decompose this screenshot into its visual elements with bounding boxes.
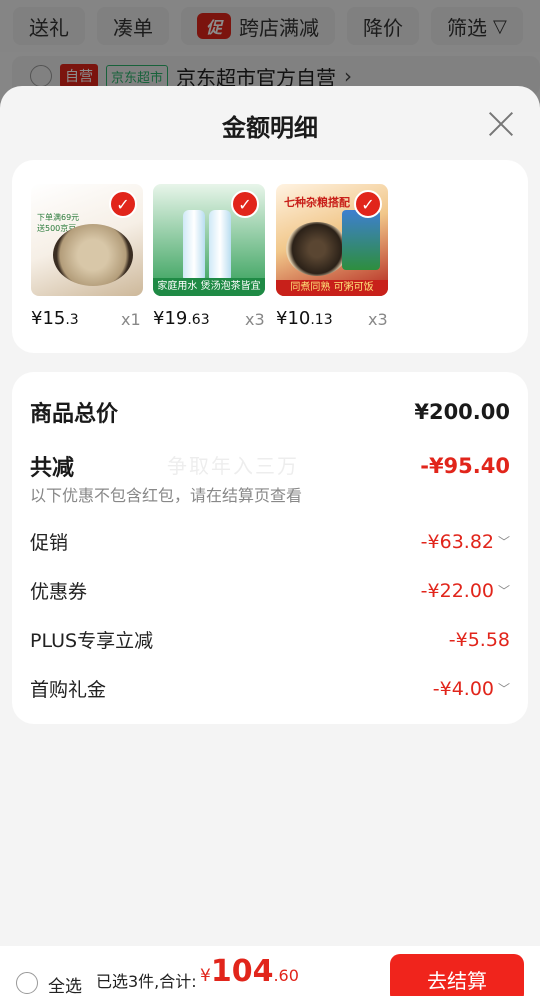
total-reduction-value: -¥95.40 [420,454,510,478]
grain-bag-image [342,210,380,270]
grain-plate-image [286,222,348,276]
product-price: ¥19.63 [153,308,210,329]
discount-row-coupon[interactable]: 优惠券 -¥22.00 ﹀ [30,577,510,604]
discount-label: PLUS专享立减 [30,630,154,652]
product-price: ¥10.13 [276,308,333,329]
water-bottle-image [183,210,205,280]
product-quantity: x1 [121,310,141,329]
discount-label: 促销 [30,532,69,554]
discount-label: 首购礼金 [30,679,107,701]
checked-icon: ✓ [231,190,259,218]
select-all-label[interactable]: 全选 [48,972,82,996]
discount-row-plus: PLUS专享立减 -¥5.58 [30,626,510,653]
checkout-button[interactable]: 去结算 [390,954,524,996]
water-bottle-image [209,210,231,280]
product-price: ¥15.3 [31,308,79,329]
total-price-value: ¥200.00 [414,400,510,424]
products-card: 下单满69元 送500京豆 ✓ ¥15.3 x1 家庭用水 煲汤泡茶皆宜 ✓ ¥… [12,160,528,353]
checkout-bar: 全选 已选3件,合计: ¥104.60 去结算 [0,946,540,996]
checked-icon: ✓ [109,190,137,218]
discount-row-promotion[interactable]: 促销 -¥63.82 ﹀ [30,528,510,555]
grain-bowl-image [53,224,133,286]
discount-note: 以下优惠不包含红包，请在结算页查看 [30,486,303,505]
thumbnail-promo-text: 同煮同熟 可粥可饭 [276,280,388,296]
thumbnail-promo-text: 家庭用水 煲汤泡茶皆宜 [153,278,265,296]
amount-detail-sheet: 金额明细 下单满69元 送500京豆 ✓ ¥15.3 x1 家庭用水 煲汤泡茶皆… [0,86,540,946]
discount-value: -¥63.82 ﹀ [420,530,511,553]
discount-value: -¥5.58 [448,628,510,651]
product-quantity: x3 [368,310,388,329]
total-amount: ¥104.60 [200,954,299,989]
thumbnail-headline: 七种杂粮搭配 [284,196,350,209]
total-price-label: 商品总价 [30,402,119,427]
checked-icon: ✓ [354,190,382,218]
product-item[interactable]: 下单满69元 送500京豆 ✓ ¥15.3 x1 [31,184,143,329]
discount-row-first-purchase[interactable]: 首购礼金 -¥4.00 ﹀ [30,675,510,702]
discount-value: -¥22.00 ﹀ [420,579,511,602]
chevron-down-icon[interactable]: ﹀ [498,582,510,599]
total-reduction-label: 共减 [30,456,75,481]
chevron-down-icon[interactable]: ﹀ [498,680,510,697]
product-quantity: x3 [245,310,265,329]
total-reduction-row: 共减 -¥95.40 [30,450,510,482]
product-thumbnail: 七种杂粮搭配 同煮同熟 可粥可饭 ✓ [276,184,388,296]
sheet-title: 金额明细 [222,114,318,142]
selection-summary: 已选3件,合计: [96,972,197,991]
discount-value: -¥4.00 ﹀ [432,677,511,700]
discount-label: 优惠券 [30,581,88,603]
close-icon[interactable] [486,108,516,138]
total-price-row: 商品总价 ¥200.00 [30,396,510,428]
chevron-down-icon[interactable]: ﹀ [498,533,510,550]
product-thumbnail: 家庭用水 煲汤泡茶皆宜 ✓ [153,184,265,296]
amount-breakdown-card: 争取年入三万 商品总价 ¥200.00 共减 -¥95.40 以下优惠不包含红包… [12,372,528,724]
product-item[interactable]: 家庭用水 煲汤泡茶皆宜 ✓ ¥19.63 x3 [153,184,265,329]
select-all-radio[interactable] [16,972,38,994]
product-thumbnail: 下单满69元 送500京豆 ✓ [31,184,143,296]
product-item[interactable]: 七种杂粮搭配 同煮同熟 可粥可饭 ✓ ¥10.13 x3 [276,184,388,329]
